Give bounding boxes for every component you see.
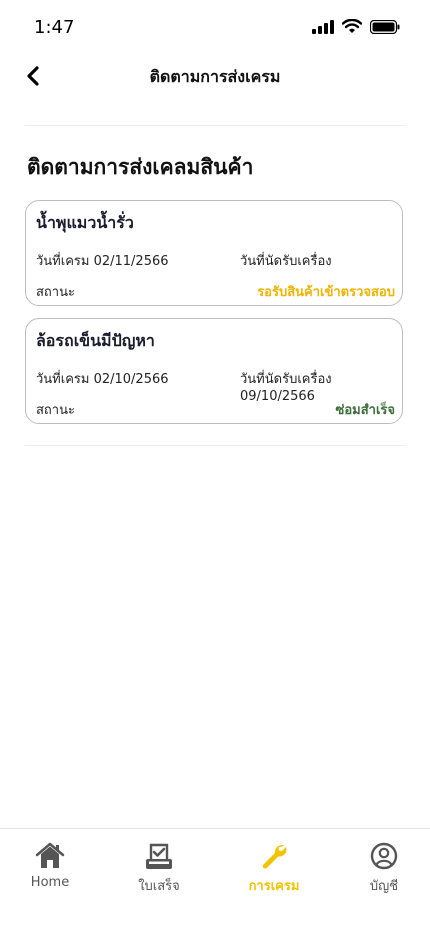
tab-receipts[interactable]: ใบเสร็จ: [114, 841, 204, 896]
tab-account[interactable]: บัญชี: [339, 841, 429, 896]
tab-claims[interactable]: การเครม: [229, 841, 319, 896]
status-bar: 1:47: [0, 0, 430, 54]
nav-title: ติดตามการส่งเครม: [149, 67, 281, 86]
tab-home[interactable]: Home: [5, 841, 95, 890]
nav-header: ติดตามการส่งเครม: [0, 54, 430, 98]
claim-card[interactable]: น้ำพุแมวน้ำรั่ว วันที่เครม 02/11/2566 วั…: [25, 200, 403, 306]
wifi-icon: [342, 19, 362, 33]
status-badge: รอรับสินค้าเข้าตรวจสอบ: [257, 285, 395, 300]
claim-date: วันที่เครม 02/10/2566: [36, 372, 169, 387]
status-label: สถานะ: [36, 285, 75, 300]
wrench-icon: [262, 845, 287, 869]
claim-date: วันที่เครม 02/11/2566: [36, 254, 169, 269]
appointment-date: วันที่นัดรับเครื่อง: [240, 254, 332, 269]
header-divider: [25, 125, 405, 126]
status-label: สถานะ: [36, 403, 75, 418]
claim-product-name: น้ำพุแมวน้ำรั่ว: [36, 213, 134, 232]
signal-icon: [312, 19, 334, 34]
page-title: ติดตามการส่งเคลมสินค้า: [27, 155, 254, 179]
tab-bar: Home ใบเสร็จ การเครม บัญชี: [0, 828, 430, 933]
status-time: 1:47: [34, 17, 75, 38]
battery-icon: [370, 19, 400, 34]
tab-label: บัญชี: [369, 879, 399, 894]
claim-card[interactable]: ล้อรถเข็นมีปัญหา วันที่เครม 02/10/2566 ว…: [25, 318, 403, 424]
tab-label: การเครม: [248, 879, 300, 894]
user-circle-icon: [370, 842, 398, 870]
receipt-check-icon: [146, 843, 172, 869]
home-icon: [35, 842, 65, 868]
claim-product-name: ล้อรถเข็นมีปัญหา: [36, 331, 155, 350]
status-icons: [312, 19, 400, 34]
tab-label: Home: [30, 875, 70, 890]
status-badge: ซ่อมสำเร็จ: [335, 403, 395, 418]
tab-label: ใบเสร็จ: [138, 879, 180, 894]
list-divider: [25, 445, 405, 446]
